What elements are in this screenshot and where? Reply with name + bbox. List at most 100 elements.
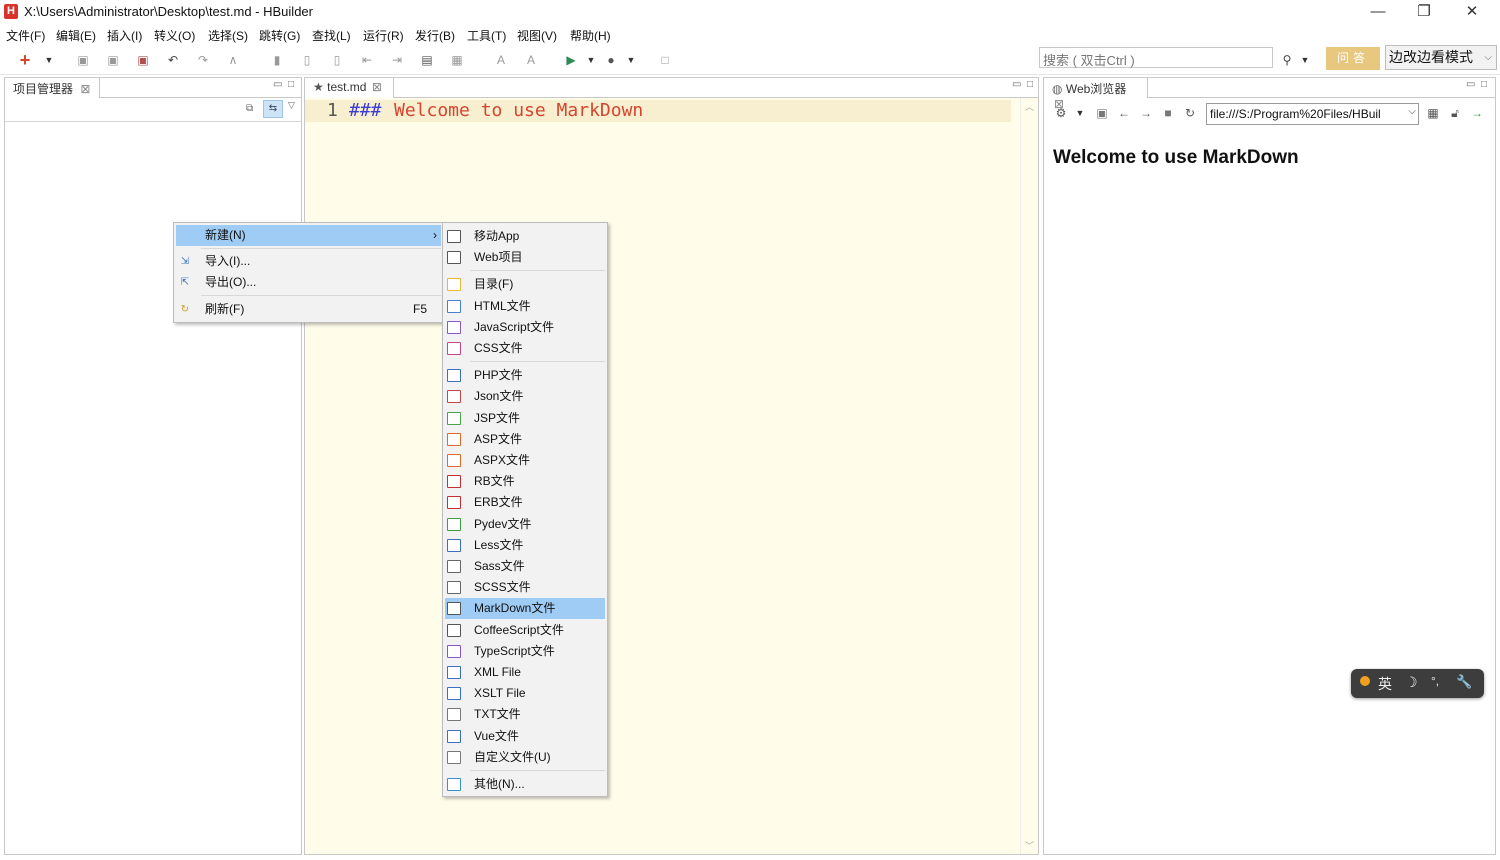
qrcode-icon[interactable]: ▦ — [1426, 106, 1440, 120]
restore-button[interactable]: ❐ — [1401, 0, 1447, 24]
submenu-item-scss-file[interactable]: SCSS文件 — [445, 577, 605, 598]
chevron-down-icon[interactable]: ⌵ — [1408, 106, 1416, 117]
submenu-item-php-file[interactable]: PHP文件 — [445, 365, 605, 386]
menu-file[interactable]: 文件(F) — [6, 27, 45, 44]
menu-help[interactable]: 帮助(H) — [570, 27, 611, 44]
split-icon[interactable]: ▦ — [450, 53, 464, 67]
maximize-icon[interactable]: □ — [288, 79, 294, 90]
forward-arrow-icon[interactable]: → — [1139, 106, 1153, 120]
close-button[interactable]: ✕ — [1449, 0, 1495, 24]
ime-lang-toggle[interactable]: 英 — [1378, 674, 1392, 694]
save-all-icon[interactable]: ▣ — [136, 53, 150, 67]
new-dropdown-icon[interactable]: ▼ — [42, 53, 56, 67]
stop-icon[interactable]: ■ — [1161, 106, 1175, 120]
search-icon[interactable]: ⚲ — [1280, 53, 1294, 67]
menu-find[interactable]: 查找(L) — [312, 27, 351, 44]
editor-scrollbar[interactable]: ︿ ﹀ — [1020, 98, 1038, 854]
save-icon[interactable]: ▣ — [76, 53, 90, 67]
search-dropdown-icon[interactable]: ▼ — [1298, 53, 1312, 67]
view-menu-icon[interactable]: ▽ — [288, 100, 295, 111]
submenu-item-custom-file[interactable]: 自定义文件(U) — [445, 747, 605, 768]
submenu-item-other[interactable]: 其他(N)... — [445, 774, 605, 795]
submenu-item-rb-file[interactable]: RB文件 — [445, 471, 605, 492]
tab-test-md[interactable]: ★ test.md ⊠ — [305, 78, 394, 98]
submenu-item-markdown-file[interactable]: MarkDown文件 — [445, 598, 605, 620]
submenu-item-pydev-file[interactable]: Pydev文件 — [445, 514, 605, 535]
submenu-item-html-file[interactable]: HTML文件 — [445, 296, 605, 317]
comment-icon[interactable]: ▯ — [300, 53, 314, 67]
wrap-icon[interactable]: ▤ — [420, 53, 434, 67]
mode-select[interactable]: 边改边看模式 ⌵ — [1385, 45, 1497, 70]
punctuation-icon[interactable]: °, — [1431, 674, 1439, 688]
minimize-icon[interactable]: ▭ — [1012, 79, 1021, 90]
format-icon[interactable]: ∧ — [226, 53, 240, 67]
indent-right-icon[interactable]: ⇥ — [390, 53, 404, 67]
go-arrow-icon[interactable]: → — [1470, 106, 1484, 120]
submenu-item-xml-file[interactable]: XML File — [445, 662, 605, 683]
save-as-icon[interactable]: ▣ — [106, 53, 120, 67]
menu-item-new[interactable]: 新建(N) › — [176, 225, 441, 246]
menu-item-refresh[interactable]: ↻ 刷新(F) F5 — [176, 299, 441, 320]
submenu-item-css-file[interactable]: CSS文件 — [445, 338, 605, 359]
ask-button[interactable]: 问答 — [1326, 47, 1380, 70]
submenu-item-txt-file[interactable]: TXT文件 — [445, 704, 605, 725]
preview-icon[interactable]: □ — [658, 53, 672, 67]
submenu-item-json-file[interactable]: Json文件 — [445, 386, 605, 407]
menu-escape[interactable]: 转义(O) — [154, 27, 195, 44]
close-icon[interactable]: ⊠ — [80, 82, 90, 96]
menu-run[interactable]: 运行(R) — [363, 27, 404, 44]
redo-icon[interactable]: ↷ — [196, 53, 210, 67]
scroll-up-icon[interactable]: ︿ — [1025, 100, 1034, 113]
menu-insert[interactable]: 插入(I) — [107, 27, 142, 44]
maximize-icon[interactable]: □ — [1481, 79, 1487, 90]
maximize-icon[interactable]: □ — [1027, 79, 1033, 90]
browser-dropdown-icon[interactable]: ▼ — [624, 53, 638, 67]
font-increase-icon[interactable]: A — [494, 53, 508, 67]
moon-icon[interactable]: ☽ — [1405, 674, 1418, 691]
tab-project-manager[interactable]: 项目管理器 ⊠ — [5, 78, 100, 98]
run-icon[interactable]: ▶ — [564, 53, 578, 67]
code-line-1[interactable]: 1 ### Welcome to use MarkDown — [305, 100, 1011, 122]
run-dropdown-icon[interactable]: ▼ — [584, 53, 598, 67]
undo-icon[interactable]: ↶ — [166, 53, 180, 67]
submenu-item-coffeescript-file[interactable]: CoffeeScript文件 — [445, 620, 605, 641]
search-input[interactable]: 搜索 ( 双击Ctrl ) — [1039, 47, 1273, 68]
submenu-item-typescript-file[interactable]: TypeScript文件 — [445, 641, 605, 662]
bookmark-icon[interactable]: ▮ — [270, 53, 284, 67]
ime-logo-icon[interactable] — [1360, 676, 1370, 686]
menu-publish[interactable]: 发行(B) — [415, 27, 455, 44]
minimize-button[interactable]: — — [1355, 0, 1401, 24]
settings-dropdown-icon[interactable]: ▼ — [1073, 106, 1087, 120]
devtools-icon[interactable]: ▣ — [1095, 106, 1109, 120]
submenu-item-folder[interactable]: 目录(F) — [445, 274, 605, 295]
browser-icon[interactable]: ● — [604, 53, 618, 67]
font-decrease-icon[interactable]: A — [524, 53, 538, 67]
indent-left-icon[interactable]: ⇤ — [360, 53, 374, 67]
menu-view[interactable]: 视图(V) — [517, 27, 557, 44]
lock-icon[interactable]: 🔓︎ — [1448, 106, 1462, 120]
menu-item-export[interactable]: ⇱ 导出(O)... — [176, 272, 441, 293]
menu-goto[interactable]: 跳转(G) — [259, 27, 300, 44]
minimize-icon[interactable]: ▭ — [1466, 79, 1475, 90]
scroll-down-icon[interactable]: ﹀ — [1025, 839, 1034, 852]
submenu-item-vue-file[interactable]: Vue文件 — [445, 726, 605, 747]
link-editor-icon[interactable]: ⇆ — [263, 100, 283, 118]
submenu-item-aspx-file[interactable]: ASPX文件 — [445, 450, 605, 471]
submenu-item-app[interactable]: 移动App — [445, 226, 605, 247]
menu-select[interactable]: 选择(S) — [208, 27, 248, 44]
refresh-icon[interactable]: ↻ — [1183, 106, 1197, 120]
submenu-item-xslt-file[interactable]: XSLT File — [445, 683, 605, 704]
submenu-item-web[interactable]: Web项目 — [445, 247, 605, 268]
submenu-item-sass-file[interactable]: Sass文件 — [445, 556, 605, 577]
back-arrow-icon[interactable]: ← — [1117, 106, 1131, 120]
uncomment-icon[interactable]: ▯ — [330, 53, 344, 67]
settings-gear-icon[interactable]: ⚙ — [1054, 106, 1068, 120]
submenu-item-js-file[interactable]: JavaScript文件 — [445, 317, 605, 338]
new-plus-icon[interactable]: + — [18, 51, 32, 69]
submenu-item-less-file[interactable]: Less文件 — [445, 535, 605, 556]
menu-edit[interactable]: 编辑(E) — [56, 27, 96, 44]
menu-item-import[interactable]: ⇲ 导入(I)... — [176, 251, 441, 272]
wrench-icon[interactable]: 🔧 — [1456, 674, 1472, 690]
submenu-item-asp-file[interactable]: ASP文件 — [445, 429, 605, 450]
submenu-item-erb-file[interactable]: ERB文件 — [445, 492, 605, 513]
